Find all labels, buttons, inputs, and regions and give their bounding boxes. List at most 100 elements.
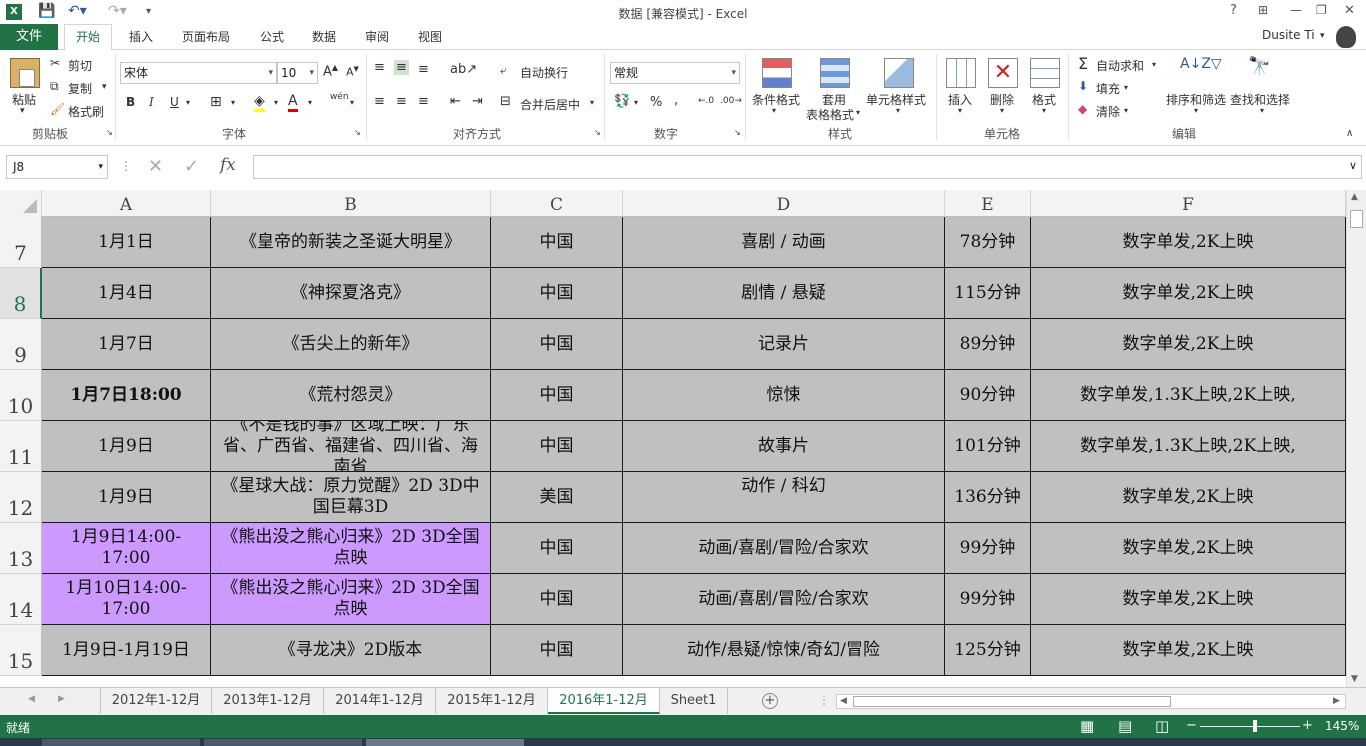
formula-input[interactable]: ∨	[253, 155, 1362, 179]
zoom-slider[interactable]	[1200, 726, 1300, 727]
clear-dropdown-icon[interactable]: ▾	[1124, 106, 1128, 115]
column-header-d[interactable]: D	[623, 190, 945, 217]
cell-duration[interactable]: 99分钟	[945, 574, 1031, 625]
currency-icon[interactable]: 💱	[614, 94, 630, 109]
comma-icon[interactable]: ,	[674, 93, 678, 108]
restore-button[interactable]: ❐	[1316, 3, 1327, 17]
help-button[interactable]: ?	[1230, 3, 1237, 18]
cell-date[interactable]: 1月9日-1月19日	[42, 625, 211, 676]
cell-title[interactable]: 《熊出没之熊心归来》2D 3D全国点映	[211, 523, 491, 574]
sort-dropdown-icon[interactable]: ▾	[1194, 106, 1198, 115]
sort-filter-icon[interactable]: A↓Z▽	[1180, 56, 1222, 72]
cell-format[interactable]: 数字单发,2K上映	[1031, 523, 1346, 574]
row-header[interactable]: 8	[0, 268, 42, 319]
cell-format[interactable]: 数字单发,2K上映	[1031, 625, 1346, 676]
cell-genre[interactable]: 喜剧 / 动画	[623, 217, 945, 268]
delete-cells-icon[interactable]: ✕	[988, 58, 1018, 88]
cell-duration[interactable]: 115分钟	[945, 268, 1031, 319]
conditional-format-icon[interactable]	[762, 58, 792, 88]
name-box[interactable]: J8 ▾	[6, 155, 108, 179]
cell-genre[interactable]: 动作 / 科幻	[623, 472, 945, 523]
row-header[interactable]: 12	[0, 472, 42, 523]
cell-country[interactable]: 中国	[491, 523, 623, 574]
vertical-scrollbar[interactable]: ▲ ▼	[1346, 190, 1366, 687]
cell-genre[interactable]: 记录片	[623, 319, 945, 370]
cancel-formula-icon[interactable]: ✕	[148, 156, 163, 177]
fill-button[interactable]: 填充	[1096, 80, 1120, 97]
cell-title[interactable]: 《不是钱的事》区域上映：广东省、广西省、福建省、四川省、海南省	[211, 421, 491, 472]
cell-date[interactable]: 1月9日14:00-17:00	[42, 523, 211, 574]
cell-duration[interactable]: 101分钟	[945, 421, 1031, 472]
cell-title[interactable]: 《星球大战：原力觉醒》2D 3D中国巨幕3D	[211, 472, 491, 523]
delete-dropdown-icon[interactable]: ▾	[1000, 106, 1004, 115]
tab-view[interactable]: 视图	[418, 28, 442, 45]
currency-dropdown-icon[interactable]: ▾	[634, 98, 638, 107]
merge-icon[interactable]: ⊟	[500, 94, 511, 109]
ribbon-display-button[interactable]: ⊞	[1258, 3, 1268, 17]
sheet-tab[interactable]: 2013年1-12月	[212, 688, 324, 714]
formula-options-icon[interactable]: ⋮	[120, 159, 132, 173]
page-break-view-icon[interactable]: ◫	[1155, 717, 1169, 735]
increase-font-icon[interactable]: A▲	[323, 63, 338, 79]
format-as-table-label2[interactable]: 表格格式	[806, 106, 854, 123]
zoom-in-icon[interactable]: +	[1302, 718, 1313, 733]
sheet-tab-active[interactable]: 2016年1-12月	[548, 688, 660, 714]
format-painter-button[interactable]: 格式刷	[68, 103, 104, 120]
cell-date[interactable]: 1月7日	[42, 319, 211, 370]
minimize-button[interactable]: —	[1290, 3, 1302, 17]
cell-genre[interactable]: 故事片	[623, 421, 945, 472]
format-cells-icon[interactable]	[1030, 58, 1060, 88]
sheet-tab[interactable]: 2014年1-12月	[324, 688, 436, 714]
autosum-icon[interactable]: Σ	[1078, 54, 1088, 73]
cell-genre[interactable]: 剧情 / 悬疑	[623, 268, 945, 319]
autosum-dropdown-icon[interactable]: ▾	[1152, 60, 1156, 69]
cell-genre[interactable]: 动作/悬疑/惊悚/奇幻/冒险	[623, 625, 945, 676]
enter-formula-icon[interactable]: ✓	[184, 156, 199, 177]
scroll-right-icon[interactable]: ▶	[1333, 696, 1340, 706]
wrap-text-icon[interactable]: ⤶	[500, 63, 507, 78]
find-dropdown-icon[interactable]: ▾	[1260, 106, 1264, 115]
tab-insert[interactable]: 插入	[129, 28, 153, 45]
column-header-f[interactable]: F	[1031, 190, 1346, 217]
column-header-c[interactable]: C	[491, 190, 623, 217]
row-header[interactable]: 11	[0, 421, 42, 472]
insert-cells-icon[interactable]	[946, 58, 976, 88]
prev-sheet-icon[interactable]: ◀	[28, 694, 35, 704]
cell-title[interactable]: 《皇帝的新装之圣诞大明星》	[211, 217, 491, 268]
cell-country[interactable]: 中国	[491, 217, 623, 268]
sheet-tab[interactable]: Sheet1	[660, 688, 728, 714]
clear-icon[interactable]: ◆	[1078, 102, 1087, 116]
zoom-out-icon[interactable]: −	[1186, 718, 1197, 733]
user-dropdown-icon[interactable]: ▾	[1320, 31, 1325, 41]
conditional-dropdown-icon[interactable]: ▾	[772, 106, 776, 115]
taskbar-item[interactable]	[366, 739, 524, 746]
border-icon[interactable]: ⊞	[210, 94, 222, 110]
taskbar-item[interactable]	[42, 739, 200, 746]
fill-dropdown-icon[interactable]: ▾	[1124, 83, 1128, 92]
wrap-text-button[interactable]: 自动换行	[520, 64, 568, 81]
cell-date[interactable]: 1月4日	[42, 268, 211, 319]
cell-country[interactable]: 中国	[491, 319, 623, 370]
align-center-icon[interactable]: ≡	[396, 94, 407, 109]
format-as-table-icon[interactable]	[820, 58, 850, 88]
format-table-dropdown-icon[interactable]: ▾	[856, 108, 860, 117]
font-color-dropdown-icon[interactable]: ▾	[308, 98, 312, 107]
tab-split-icon[interactable]: ⋮	[818, 693, 830, 707]
cell-duration[interactable]: 136分钟	[945, 472, 1031, 523]
cell-date[interactable]: 1月9日	[42, 421, 211, 472]
hscroll-thumb[interactable]	[853, 696, 1171, 707]
tab-data[interactable]: 数据	[312, 28, 336, 45]
bold-icon[interactable]: B	[126, 95, 135, 109]
cell-styles-icon[interactable]	[884, 58, 914, 88]
merge-dropdown-icon[interactable]: ▾	[590, 98, 594, 107]
expand-formula-icon[interactable]: ∨	[1349, 159, 1357, 172]
scroll-left-icon[interactable]: ◀	[840, 696, 847, 706]
cut-button[interactable]: 剪切	[68, 57, 92, 74]
number-format-select[interactable]: 常规 ▾	[610, 62, 740, 84]
avatar[interactable]	[1336, 26, 1356, 48]
fill-color-dropdown-icon[interactable]: ▾	[274, 98, 278, 107]
horizontal-scrollbar[interactable]: ◀ ▶	[836, 694, 1346, 709]
cell-format[interactable]: 数字单发,2K上映	[1031, 319, 1346, 370]
cell-genre[interactable]: 动画/喜剧/冒险/合家欢	[623, 574, 945, 625]
cell-date[interactable]: 1月9日	[42, 472, 211, 523]
